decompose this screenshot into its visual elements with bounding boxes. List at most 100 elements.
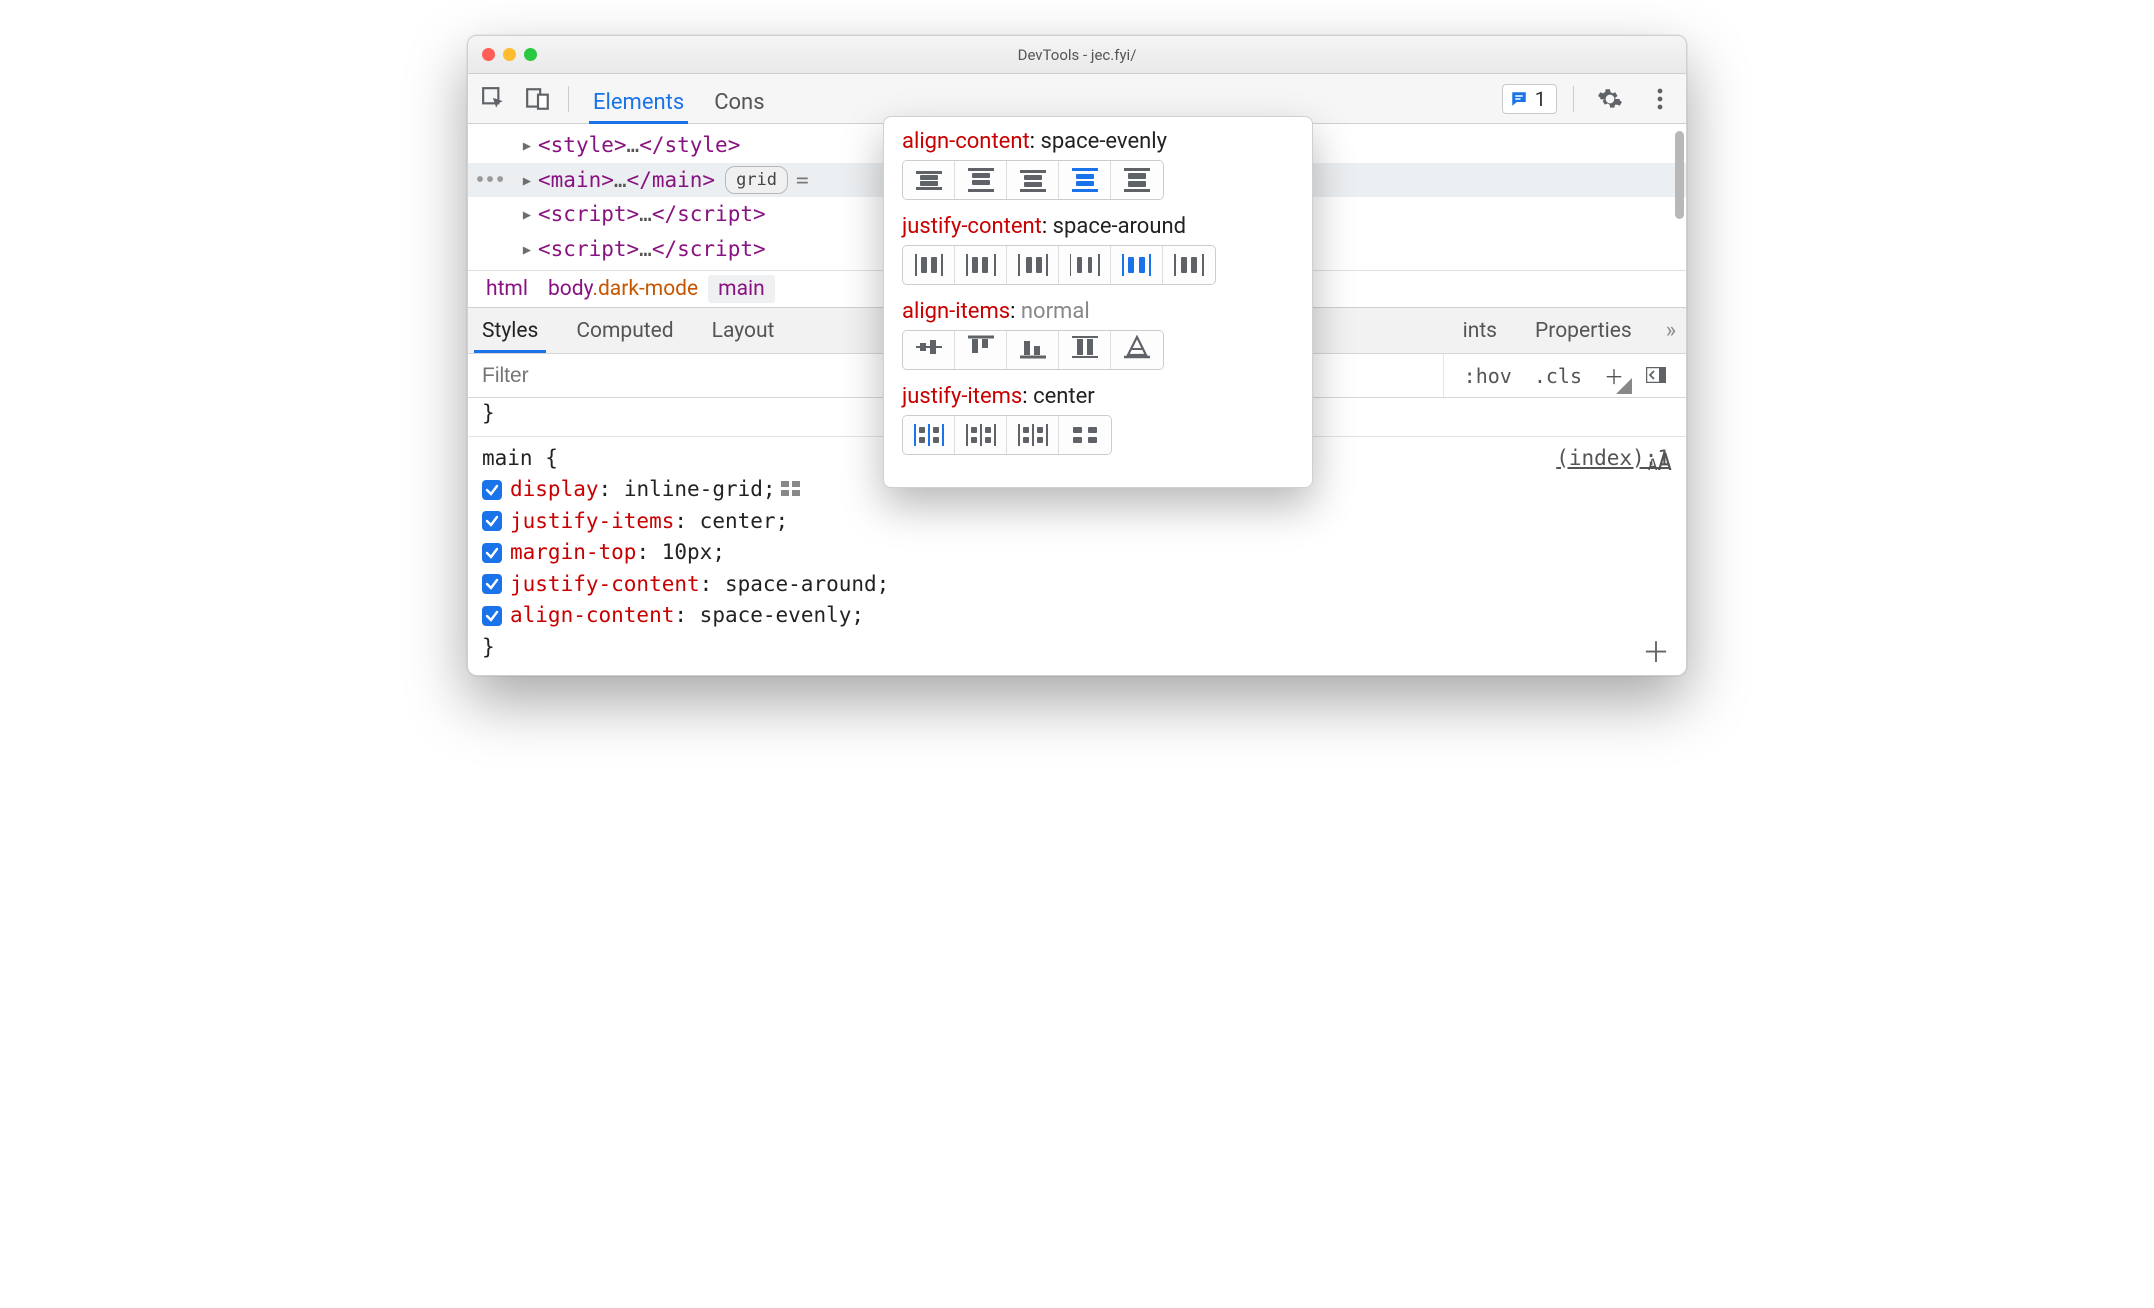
alignment-option-button[interactable] [1111,246,1163,284]
property-enabled-checkbox[interactable] [482,574,502,594]
property-value[interactable]: inline-grid [624,477,763,501]
kebab-menu-icon[interactable] [1640,79,1680,119]
new-style-rule-button[interactable]: ＋ [1598,359,1630,392]
dom-element: <style>…</style> [538,129,740,162]
property-value[interactable]: 10px [662,540,713,564]
messages-count: 1 [1535,87,1546,111]
expand-caret-icon[interactable]: ▸ [520,129,534,162]
property-value[interactable]: center [700,509,776,533]
popover-title: align-content: space-evenly [902,129,1294,154]
tab-console[interactable]: Cons [712,80,766,123]
grid-badge[interactable]: grid [725,166,788,194]
property-name[interactable]: align-content [510,603,674,627]
row-actions-icon[interactable]: ••• [474,164,504,195]
popover-title: justify-items: center [902,384,1294,409]
open-grid-editor-icon[interactable] [780,476,802,494]
alignment-option-button[interactable] [955,416,1007,454]
alignment-option-button[interactable] [903,331,955,369]
property-name[interactable]: justify-content [510,572,700,596]
minimize-window-button[interactable] [503,48,516,61]
close-window-button[interactable] [482,48,495,61]
popover-options [902,245,1216,285]
toolbar-separator [568,86,569,112]
hov-toggle[interactable]: :hov [1458,362,1518,390]
crumb-body-class: .dark-mode [592,277,698,301]
popover-options [902,415,1112,455]
alignment-option-button[interactable] [955,246,1007,284]
messages-badge[interactable]: 1 [1502,84,1557,114]
traffic-lights [482,48,537,61]
alignment-option-button[interactable] [1007,161,1059,199]
alignment-popover: align-content: space-evenly justify-conte… [883,116,1313,488]
expand-caret-icon[interactable]: ▸ [520,233,534,266]
add-declaration-button[interactable]: ＋ [1642,639,1670,667]
crumb-html[interactable]: html [476,275,538,303]
popover-section: align-items: normal [902,299,1294,370]
popover-options [902,160,1164,200]
alignment-option-button[interactable] [1059,416,1111,454]
property-enabled-checkbox[interactable] [482,606,502,626]
alignment-option-button[interactable] [1059,161,1111,199]
alignment-option-button[interactable] [1007,416,1059,454]
source-link[interactable]: (index):1 [1556,443,1670,475]
dom-element: <main>…</main> [538,164,715,197]
alignment-option-button[interactable] [1059,331,1111,369]
equals-hint: = [796,164,809,197]
property-enabled-checkbox[interactable] [482,543,502,563]
property-name[interactable]: justify-items [510,509,674,533]
subtab-properties[interactable]: Properties [1531,311,1636,351]
zoom-window-button[interactable] [524,48,537,61]
filter-actions: :hov .cls ＋ [1443,354,1686,397]
subtab-layout[interactable]: Layout [708,311,779,351]
toolbar-separator [1573,86,1574,112]
popover-title: justify-content: space-around [902,214,1294,239]
subtab-styles[interactable]: Styles [478,311,542,351]
property-value[interactable]: space-around [725,572,877,596]
dom-element: <script>…</script> [538,198,766,231]
css-declaration[interactable]: justify-items: center; [468,506,1686,538]
rule-properties: display: inline-grid;justify-items: cent… [468,474,1686,632]
inspect-element-icon[interactable] [474,79,514,119]
alignment-option-button[interactable] [955,161,1007,199]
crumb-body[interactable]: body.dark-mode [538,275,708,303]
alignment-option-button[interactable] [1111,331,1163,369]
css-declaration[interactable]: justify-content: space-around; [468,569,1686,601]
crumb-main[interactable]: main [708,275,775,303]
app-window: DevTools - jec.fyi/ Elements Cons 1 [467,35,1687,676]
alignment-option-button[interactable] [1007,246,1059,284]
expand-caret-icon[interactable]: ▸ [520,164,534,197]
cls-toggle[interactable]: .cls [1528,362,1588,390]
alignment-option-button[interactable] [955,331,1007,369]
more-tabs-icon[interactable]: » [1666,318,1676,343]
css-declaration[interactable]: align-content: space-evenly; [468,600,1686,632]
rule-selector[interactable]: main { [482,446,558,470]
tab-elements[interactable]: Elements [591,80,686,123]
popover-section: justify-items: center [902,384,1294,455]
property-enabled-checkbox[interactable] [482,511,502,531]
device-toolbar-icon[interactable] [518,79,558,119]
panel-tabs: Elements Cons [591,74,767,123]
alignment-option-button[interactable] [903,161,955,199]
subtab-computed[interactable]: Computed [572,311,677,351]
property-value[interactable]: space-evenly [700,603,852,627]
property-enabled-checkbox[interactable] [482,480,502,500]
alignment-option-button[interactable] [1059,246,1111,284]
settings-gear-icon[interactable] [1590,79,1630,119]
scrollbar-thumb[interactable] [1675,131,1684,219]
alignment-option-button[interactable] [1163,246,1215,284]
rule-close-brace: } [468,632,1686,664]
popover-title: align-items: normal [902,299,1294,324]
message-icon [1509,90,1529,108]
css-declaration[interactable]: margin-top: 10px; [468,537,1686,569]
toolbar-right: 1 [1502,79,1680,119]
alignment-option-button[interactable] [1007,331,1059,369]
alignment-option-button[interactable] [903,416,955,454]
property-name[interactable]: margin-top [510,540,636,564]
window-title: DevTools - jec.fyi/ [468,46,1686,64]
property-name[interactable]: display [510,477,599,501]
alignment-option-button[interactable] [903,246,955,284]
toggle-computed-sidebar-icon[interactable] [1640,362,1672,390]
subtab-hidden-partial[interactable]: ints [1459,311,1501,351]
alignment-option-button[interactable] [1111,161,1163,199]
expand-caret-icon[interactable]: ▸ [520,198,534,231]
